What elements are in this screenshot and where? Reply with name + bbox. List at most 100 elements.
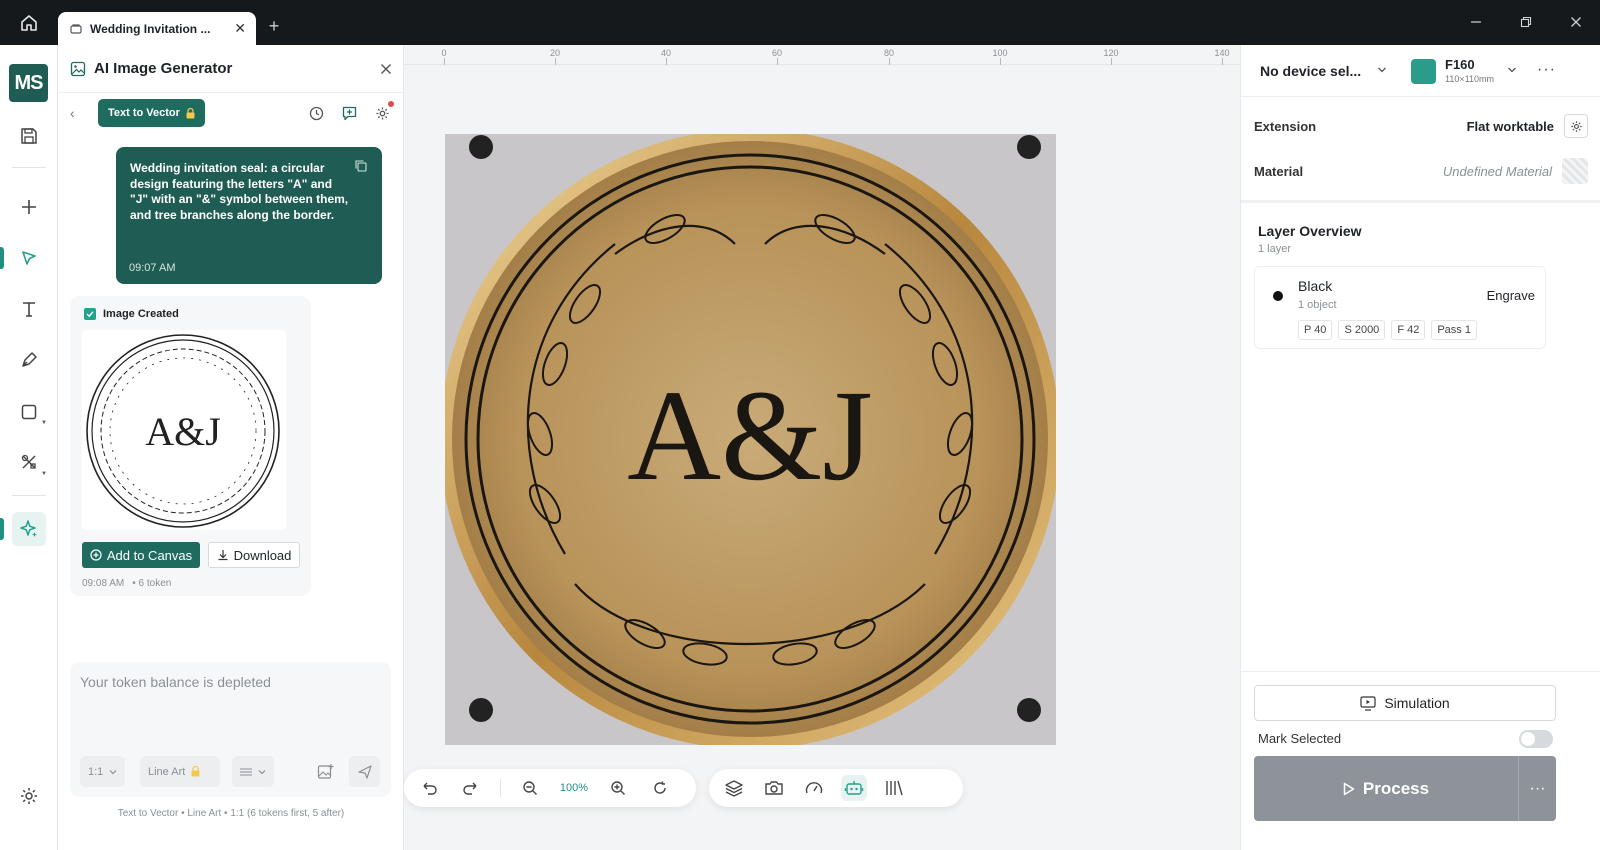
mode-selector[interactable]: Text to Vector [98,99,205,127]
section-divider [1241,200,1600,203]
right-properties-panel: No device sel... F160 110×110mm ··· Exte… [1240,45,1600,850]
seal-thumbnail-art: A&J [86,334,280,528]
canvas-artwork-image[interactable]: A&J [440,129,1060,749]
horizontal-ruler: 0 20 40 60 80 100 120 140 [404,45,1240,65]
close-panel-icon[interactable] [380,63,392,75]
thumbnail-monogram: A&J [145,409,221,454]
generated-image-thumbnail[interactable]: A&J [82,330,286,530]
add-button[interactable] [12,190,46,224]
canvas-area[interactable]: 0 20 40 60 80 100 120 140 A&J 100% [404,45,1240,850]
pass-param[interactable]: Pass 1 [1431,320,1477,340]
active-panel-indicator [0,518,4,540]
chevron-down-icon [109,769,117,774]
undo-button[interactable] [416,775,442,801]
mark-selected-label: Mark Selected [1258,731,1342,746]
speed-button[interactable] [801,775,827,801]
chevron-down-icon[interactable] [1507,65,1517,75]
new-tab-button[interactable]: + [264,16,284,36]
save-button[interactable] [12,119,46,153]
material-value[interactable]: Undefined Material [1443,164,1552,179]
extension-value[interactable]: Flat worktable [1467,119,1554,134]
pen-tool[interactable] [12,343,46,377]
tab-close-icon[interactable]: ✕ [234,20,246,37]
settings-button[interactable] [12,779,46,813]
extension-settings-button[interactable] [1564,114,1588,138]
pen-icon [22,352,37,367]
ruler-tick [1222,58,1223,65]
back-chevron-icon[interactable]: ‹ [70,105,90,121]
library-button[interactable] [881,775,907,801]
mark-selected-toggle[interactable] [1519,730,1553,748]
restore-button[interactable] [1516,12,1536,32]
notification-dot [388,100,394,107]
plus-icon [22,200,36,214]
text-tool[interactable] [12,292,46,326]
ruler-tick [444,58,445,65]
sliders-icon [240,767,252,776]
ai-toolbar: ‹ Text to Vector [58,93,404,133]
style-select[interactable]: Line Art [140,756,220,787]
ruler-label: 20 [549,48,561,58]
add-to-canvas-button[interactable]: Add to Canvas [82,542,200,568]
device-selector[interactable]: No device sel... [1260,63,1361,79]
toolbar-divider [500,779,501,797]
ai-generator-button[interactable] [12,512,46,546]
check-icon [84,308,96,320]
chevron-down-icon[interactable] [1377,65,1387,75]
simulation-label: Simulation [1384,695,1450,711]
aspect-ratio-select[interactable]: 1:1 [80,756,126,787]
layer-object-count: 1 object [1298,299,1337,311]
play-icon [1343,782,1355,795]
close-window-button[interactable] [1566,12,1586,32]
prompt-message: Wedding invitation seal: a circular desi… [116,147,382,284]
prompt-input[interactable] [80,674,380,690]
frequency-param[interactable]: F 42 [1391,320,1426,340]
download-label: Download [233,547,292,563]
layer-item[interactable]: Black 1 object Engrave P 40 S 2000 F 42 … [1254,266,1546,349]
reset-view-button[interactable] [647,775,673,801]
material-swatch[interactable] [1562,158,1588,184]
camera-button[interactable] [761,775,787,801]
ruler-label: 140 [1214,48,1230,58]
new-chat-button[interactable] [340,104,359,123]
zoom-out-button[interactable] [517,775,543,801]
toggle-knob [1521,732,1535,746]
upload-image-button[interactable] [310,756,341,787]
result-timestamp: 09:08 AM [82,578,125,589]
history-button[interactable] [307,104,326,123]
canvas-tools-toolbar [709,769,963,807]
ai-settings-button[interactable] [373,100,394,123]
layers-icon [725,780,743,797]
simulation-button[interactable]: Simulation [1254,685,1556,721]
minimize-button[interactable] [1466,12,1486,32]
select-tool[interactable] [12,241,46,275]
zoom-in-icon [611,781,625,795]
redo-button[interactable] [458,775,484,801]
material-label: Material [1254,163,1304,179]
copy-icon[interactable] [354,159,368,173]
zoom-in-button[interactable] [605,775,631,801]
pointer-icon [22,251,36,265]
ai-panel-header: AI Image Generator [58,45,404,93]
options-select[interactable] [232,756,274,787]
machine-color-swatch[interactable] [1411,59,1436,84]
machine-name[interactable]: F160 [1445,57,1475,72]
send-button[interactable] [349,756,380,787]
process-button[interactable]: Process [1254,756,1518,821]
speed-param[interactable]: S 2000 [1338,320,1386,340]
title-bar: Wedding Invitation ... ✕ + [0,0,1600,45]
redo-icon [463,782,477,795]
more-options-icon[interactable]: ··· [1537,61,1556,79]
tools-icon [21,454,36,469]
document-tab[interactable]: Wedding Invitation ... ✕ [58,12,256,45]
layers-button[interactable] [721,775,747,801]
download-button[interactable]: Download [208,542,300,568]
home-button[interactable] [14,10,44,36]
layer-name: Black [1298,278,1333,294]
machine-size: 110×110mm [1445,74,1494,84]
power-param[interactable]: P 40 [1298,320,1333,340]
device-assistant-button[interactable] [841,775,867,801]
zoom-level[interactable]: 100% [559,782,589,794]
process-more-icon[interactable]: ··· [1518,756,1556,821]
layer-process-mode[interactable]: Engrave [1487,288,1535,303]
